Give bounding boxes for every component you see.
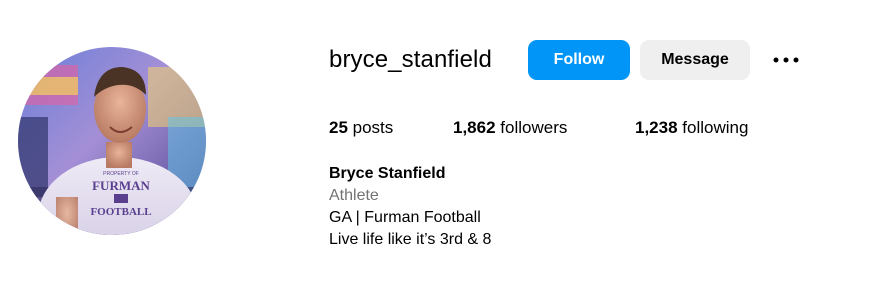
following-link[interactable]: 1,238 following	[635, 116, 748, 140]
profile-avatar[interactable]: PROPERTY OF FURMAN FOOTBALL	[18, 47, 206, 235]
followers-link[interactable]: 1,862 followers	[453, 116, 567, 140]
more-options-button[interactable]	[768, 48, 804, 72]
shirt-text-property: PROPERTY OF	[103, 171, 139, 177]
following-count-label: following	[677, 118, 749, 137]
message-button[interactable]: Message	[640, 40, 750, 80]
shirt-text-football: FOOTBALL	[90, 206, 151, 218]
posts-count-label: posts	[347, 118, 394, 137]
followers-count-value: 1,862	[453, 118, 496, 137]
following-count-value: 1,238	[635, 118, 678, 137]
avatar-photo: PROPERTY OF FURMAN FOOTBALL	[18, 47, 206, 235]
bio-line: Live life like it’s 3rd & 8	[329, 231, 492, 248]
profile-bio: Bryce Stanfield Athlete GA | Furman Foot…	[329, 163, 491, 251]
shirt-text-furman: FURMAN	[92, 178, 150, 193]
posts-count: 25 posts	[329, 116, 393, 140]
followers-count-label: followers	[495, 118, 568, 137]
profile-username: bryce_stanfield	[329, 46, 492, 73]
follow-button[interactable]: Follow	[528, 40, 630, 80]
profile-category: Athlete	[329, 187, 379, 204]
bio-line: GA | Furman Football	[329, 209, 481, 226]
more-horizontal-icon	[773, 57, 799, 63]
posts-count-value: 25	[329, 118, 348, 137]
profile-full-name: Bryce Stanfield	[329, 165, 446, 182]
